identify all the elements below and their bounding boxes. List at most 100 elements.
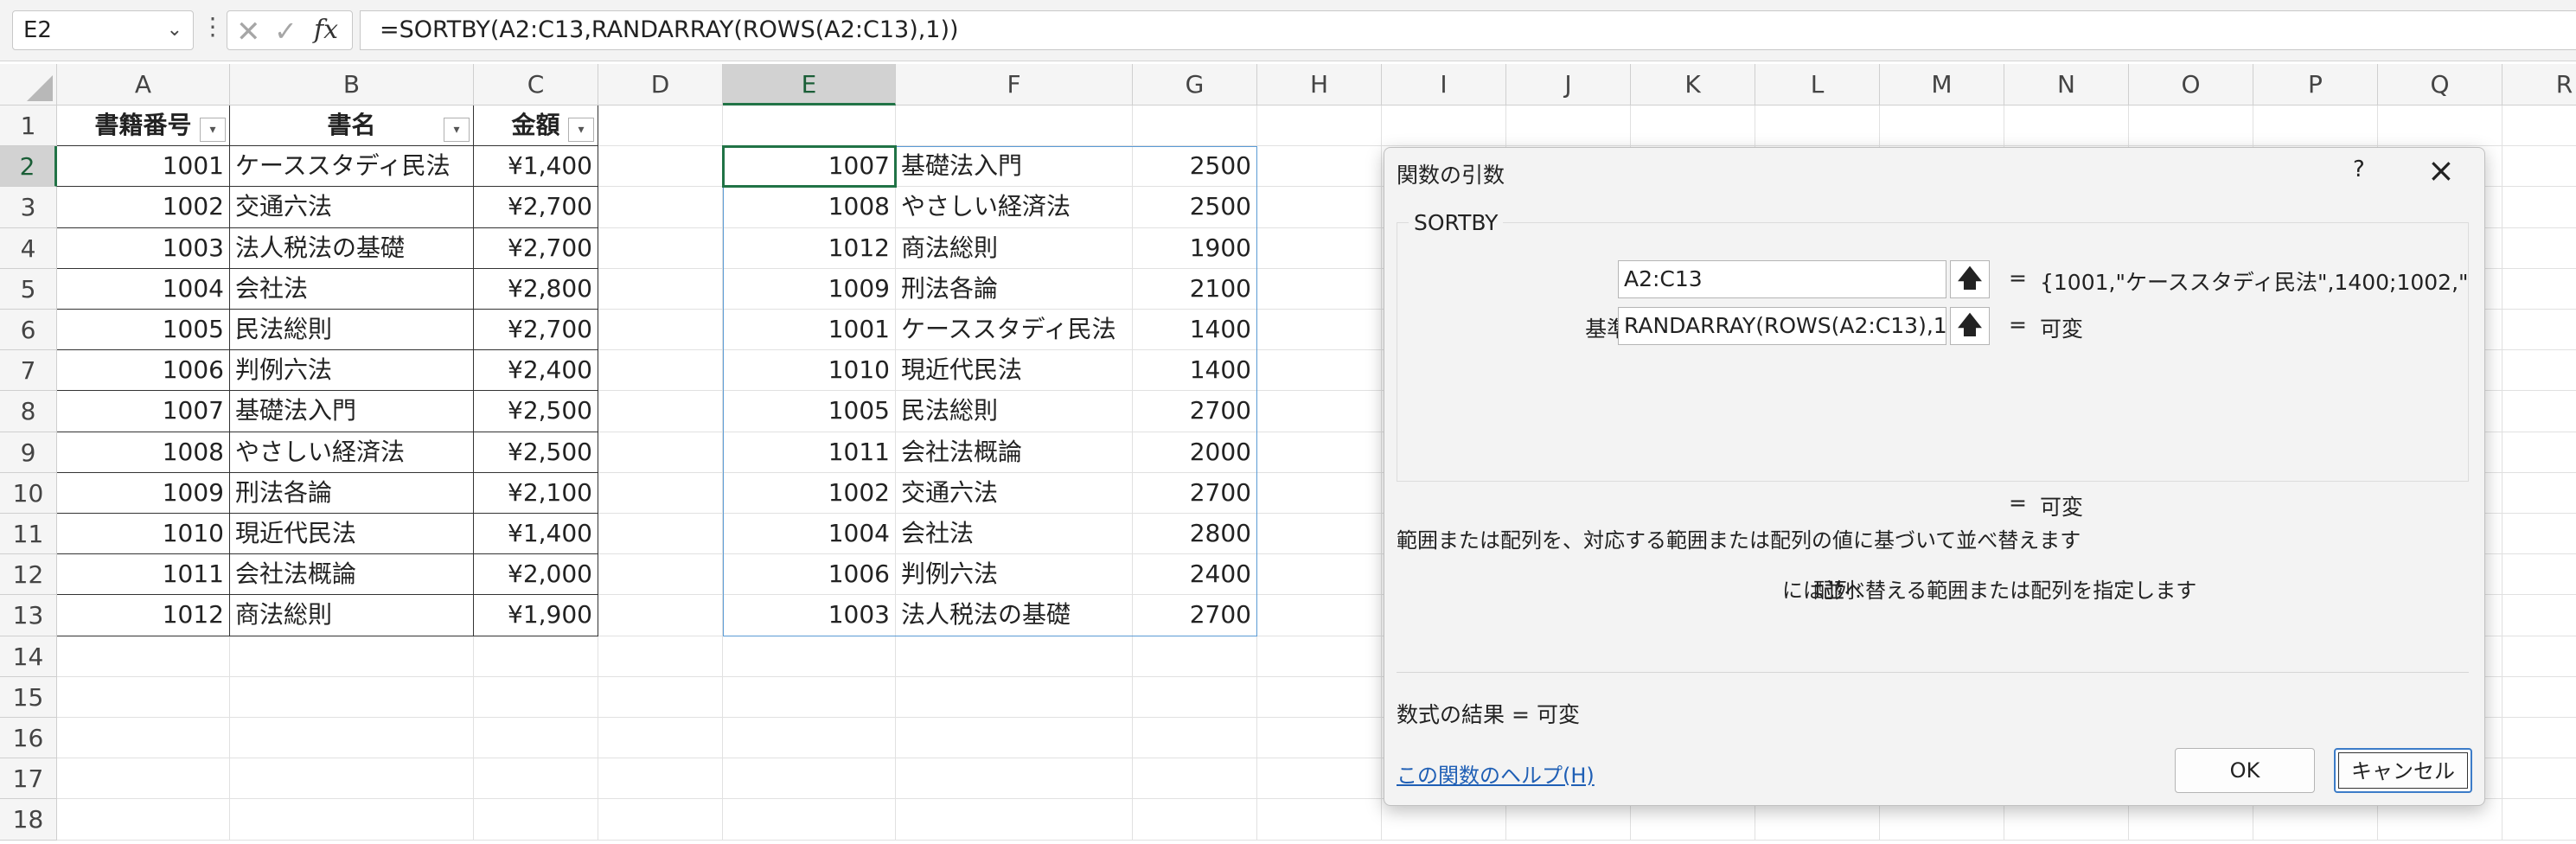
cancel-button[interactable]: キャンセル: [2334, 748, 2472, 793]
cell-b14[interactable]: [230, 636, 474, 677]
cell-d12[interactable]: [598, 554, 723, 596]
cell-h7[interactable]: [1257, 350, 1382, 392]
column-header-p[interactable]: P: [2253, 64, 2378, 106]
cell-c3[interactable]: ¥2,700: [474, 187, 598, 228]
cell-e13[interactable]: 1003: [723, 595, 896, 636]
cell-r4[interactable]: [2502, 228, 2576, 269]
cell-e9[interactable]: 1011: [723, 432, 896, 473]
cell-f7[interactable]: 現近代民法: [896, 350, 1133, 392]
cell-f15[interactable]: [896, 676, 1133, 718]
cell-m1[interactable]: [1880, 106, 2004, 147]
filter-dropdown-icon[interactable]: ▾: [200, 118, 226, 142]
formula-input[interactable]: =SORTBY(A2:C13,RANDARRAY(ROWS(A2:C13),1)…: [360, 10, 2576, 50]
cell-r1[interactable]: [2502, 106, 2576, 147]
cell-r9[interactable]: [2502, 432, 2576, 473]
cell-d5[interactable]: [598, 268, 723, 310]
cell-c14[interactable]: [474, 636, 598, 677]
cell-h1[interactable]: [1257, 106, 1382, 147]
row-header-13[interactable]: 13: [0, 595, 57, 636]
cell-d7[interactable]: [598, 350, 723, 392]
cell-b3[interactable]: 交通六法: [230, 187, 474, 228]
cell-c2[interactable]: ¥1,400: [474, 146, 598, 188]
cell-r14[interactable]: [2502, 636, 2576, 677]
cell-b10[interactable]: 刑法各論: [230, 472, 474, 514]
cell-g6[interactable]: 1400: [1133, 310, 1257, 351]
cell-c6[interactable]: ¥2,700: [474, 310, 598, 351]
insert-function-icon[interactable]: fx: [314, 15, 338, 45]
cell-g13[interactable]: 2700: [1133, 595, 1257, 636]
cell-f8[interactable]: 民法総則: [896, 391, 1133, 432]
table-header-cell[interactable]: 金額 ▾: [474, 106, 598, 147]
cell-f12[interactable]: 判例六法: [896, 554, 1133, 596]
cell-f2[interactable]: 基礎法入門: [896, 146, 1133, 188]
cell-g10[interactable]: 2700: [1133, 472, 1257, 514]
row-header-7[interactable]: 7: [0, 350, 57, 392]
cell-h10[interactable]: [1257, 472, 1382, 514]
arg-input-by-array1[interactable]: RANDARRAY(ROWS(A2:C13),1): [1618, 307, 1946, 345]
cell-r12[interactable]: [2502, 554, 2576, 596]
cell-d10[interactable]: [598, 472, 723, 514]
cell-f13[interactable]: 法人税法の基礎: [896, 595, 1133, 636]
cell-c7[interactable]: ¥2,400: [474, 350, 598, 392]
cell-k1[interactable]: [1631, 106, 1755, 147]
column-header-o[interactable]: O: [2129, 64, 2253, 106]
cell-b16[interactable]: [230, 718, 474, 759]
row-header-1[interactable]: 1: [0, 106, 57, 147]
cell-c18[interactable]: [474, 799, 598, 841]
cell-e6[interactable]: 1001: [723, 310, 896, 351]
cell-b8[interactable]: 基礎法入門: [230, 391, 474, 432]
cell-a16[interactable]: [57, 718, 230, 759]
cell-f17[interactable]: [896, 758, 1133, 800]
cell-a3[interactable]: 1002: [57, 187, 230, 228]
cell-e3[interactable]: 1008: [723, 187, 896, 228]
cell-h18[interactable]: [1257, 799, 1382, 841]
table-header-cell[interactable]: 書籍番号 ▾: [57, 106, 230, 147]
column-header-f[interactable]: F: [896, 64, 1133, 106]
cell-g9[interactable]: 2000: [1133, 432, 1257, 473]
cell-h17[interactable]: [1257, 758, 1382, 800]
cell-r2[interactable]: [2502, 146, 2576, 188]
cell-e10[interactable]: 1002: [723, 472, 896, 514]
row-header-11[interactable]: 11: [0, 514, 57, 555]
cell-b12[interactable]: 会社法概論: [230, 554, 474, 596]
cell-d3[interactable]: [598, 187, 723, 228]
cell-e11[interactable]: 1004: [723, 514, 896, 555]
cell-h8[interactable]: [1257, 391, 1382, 432]
cell-g7[interactable]: 1400: [1133, 350, 1257, 392]
cell-a14[interactable]: [57, 636, 230, 677]
column-header-r[interactable]: R: [2502, 64, 2576, 106]
cell-f6[interactable]: ケーススタディ民法: [896, 310, 1133, 351]
column-header-k[interactable]: K: [1631, 64, 1755, 106]
cell-h14[interactable]: [1257, 636, 1382, 677]
row-header-6[interactable]: 6: [0, 310, 57, 351]
cell-a8[interactable]: 1007: [57, 391, 230, 432]
cell-f1[interactable]: [896, 106, 1133, 147]
cell-d13[interactable]: [598, 595, 723, 636]
cell-g4[interactable]: 1900: [1133, 227, 1257, 269]
cell-g15[interactable]: [1133, 676, 1257, 718]
cell-a12[interactable]: 1011: [57, 554, 230, 596]
column-header-j[interactable]: J: [1506, 64, 1631, 106]
cell-b18[interactable]: [230, 799, 474, 841]
cell-e14[interactable]: [723, 636, 896, 677]
cell-a6[interactable]: 1005: [57, 310, 230, 351]
cell-r7[interactable]: [2502, 350, 2576, 392]
cell-r8[interactable]: [2502, 391, 2576, 432]
function-help-link[interactable]: この関数のヘルプ(H): [1397, 758, 1595, 789]
cell-c17[interactable]: [474, 758, 598, 800]
more-options-icon[interactable]: ⋮: [201, 12, 225, 41]
cell-e12[interactable]: 1006: [723, 554, 896, 596]
cell-h9[interactable]: [1257, 432, 1382, 473]
close-icon[interactable]: ×: [2427, 151, 2455, 189]
column-header-i[interactable]: I: [1382, 64, 1506, 106]
cell-a17[interactable]: [57, 758, 230, 800]
cell-e7[interactable]: 1010: [723, 350, 896, 392]
cell-d11[interactable]: [598, 514, 723, 555]
cell-g2[interactable]: 2500: [1133, 146, 1257, 188]
cell-f9[interactable]: 会社法概論: [896, 432, 1133, 473]
collapse-dialog-icon[interactable]: 🡅: [1950, 260, 1990, 298]
cell-f5[interactable]: 刑法各論: [896, 268, 1133, 310]
cell-b5[interactable]: 会社法: [230, 268, 474, 310]
row-header-3[interactable]: 3: [0, 187, 57, 228]
cell-g14[interactable]: [1133, 636, 1257, 677]
